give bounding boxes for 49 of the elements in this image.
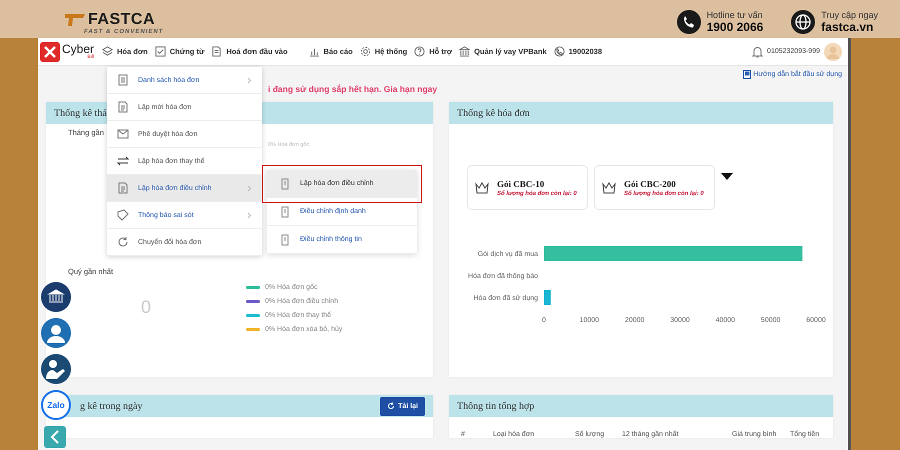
document-icon: [117, 101, 129, 113]
tag-icon: [117, 209, 129, 221]
chevron-right-icon: [247, 76, 252, 84]
check-icon: [154, 46, 166, 57]
chevron-right-icon: [247, 184, 252, 192]
chart-bar: [544, 290, 551, 305]
panel-title: g kê trong ngày: [80, 400, 142, 412]
layers-icon: [102, 46, 114, 57]
contact-value: 1900 2066: [706, 20, 764, 34]
support-agent-icon[interactable]: [41, 318, 71, 348]
bell-icon[interactable]: [752, 46, 764, 58]
swap-icon: [117, 155, 129, 167]
app-logo-text: Cyber: [62, 43, 94, 55]
document-icon: [117, 182, 129, 194]
crown-icon: [602, 182, 616, 194]
envelope-icon: [117, 128, 129, 140]
expiry-notice: i đang sử dụng sắp hết hạn. Gia hạn ngay: [268, 84, 438, 94]
chevron-left-icon: [50, 430, 60, 444]
chart-icon: [308, 46, 320, 57]
contact-label: Truy cập ngay: [821, 10, 878, 20]
panel-title: Thống kê hóa đơn: [457, 108, 530, 118]
package-name: Gói CBC-10: [497, 178, 546, 188]
refresh-icon: [117, 236, 129, 248]
collapse-button[interactable]: [44, 426, 66, 448]
bank-icon: [459, 46, 470, 57]
package-name: Gói CBC-200: [624, 178, 677, 188]
help-icon: [414, 46, 426, 57]
logo-icon: [64, 12, 86, 28]
logo-text: FASTCA: [88, 11, 155, 28]
refresh-icon: [387, 402, 396, 410]
crown-icon: [475, 182, 489, 194]
contact-value: fastca.vn: [821, 20, 874, 34]
reading-person-icon[interactable]: [41, 354, 71, 384]
panel-title: Thống kê thá: [54, 108, 107, 118]
document-icon: [279, 178, 291, 190]
list-icon: [117, 74, 129, 86]
document-icon: [279, 234, 291, 246]
doc-icon: [211, 46, 222, 57]
phone-icon: [554, 46, 565, 57]
phone-icon: [676, 10, 701, 34]
document-icon: [279, 206, 291, 218]
panel-title: Thông tin tổng hợp: [457, 400, 534, 412]
contact-label: Hotline tư vấn: [706, 10, 764, 20]
dropdown-triangle-icon[interactable]: [721, 173, 733, 180]
chevron-right-icon: [247, 212, 252, 218]
bank-icon[interactable]: [41, 282, 71, 312]
globe-icon: [791, 10, 816, 34]
gear-icon: [360, 46, 371, 57]
book-icon: [743, 70, 752, 79]
